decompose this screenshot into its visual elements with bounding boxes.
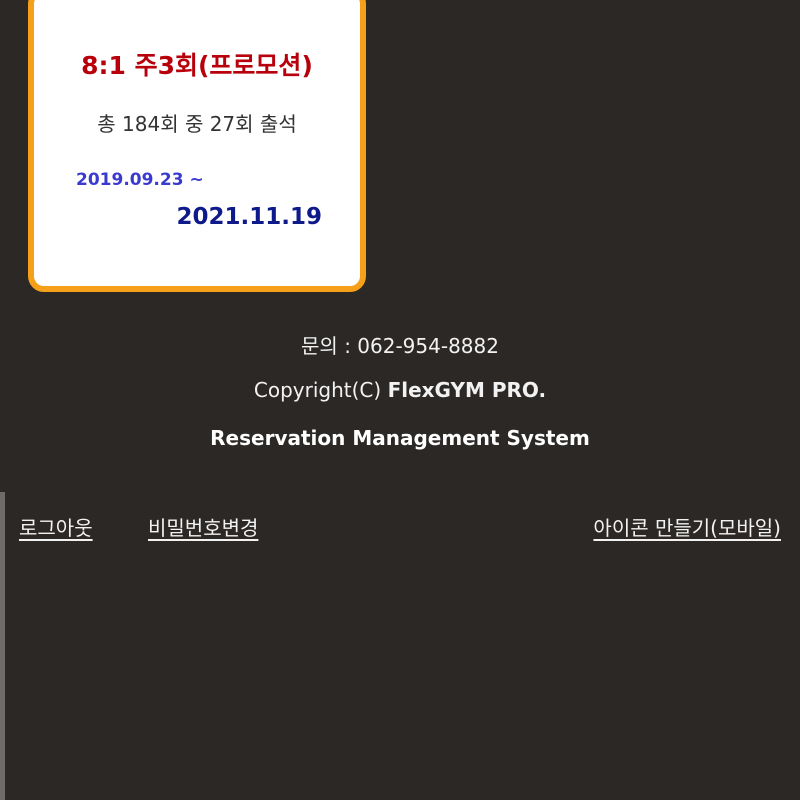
scrollbar[interactable] bbox=[0, 492, 5, 800]
attendance-count: 총 184회 중 27회 출석 bbox=[97, 112, 297, 136]
membership-card[interactable]: 8:1 주3회(프로모션) 총 184회 중 27회 출석 2019.09.23… bbox=[28, 0, 366, 292]
membership-start-date: 2019.09.23 ~ bbox=[76, 170, 204, 190]
copyright-prefix: Copyright(C) bbox=[253, 378, 388, 402]
copyright: Copyright(C) FlexGYM PRO. bbox=[0, 378, 800, 402]
membership-end-date: 2021.11.19 bbox=[176, 204, 322, 230]
contact-info: 문의 : 062-954-8882 bbox=[301, 334, 499, 358]
brand-name: FlexGYM PRO. bbox=[387, 378, 547, 402]
membership-title: 8:1 주3회(프로모션) bbox=[81, 51, 313, 80]
create-icon-link[interactable]: 아이콘 만들기(모바일) bbox=[593, 512, 781, 541]
page: 8:1 주3회(프로모션) 총 184회 중 27회 출석 2019.09.23… bbox=[0, 0, 800, 800]
system-name: Reservation Management System bbox=[210, 426, 590, 450]
logout-link[interactable]: 로그아웃 bbox=[19, 512, 93, 541]
change-password-link[interactable]: 비밀번호변경 bbox=[148, 512, 258, 541]
